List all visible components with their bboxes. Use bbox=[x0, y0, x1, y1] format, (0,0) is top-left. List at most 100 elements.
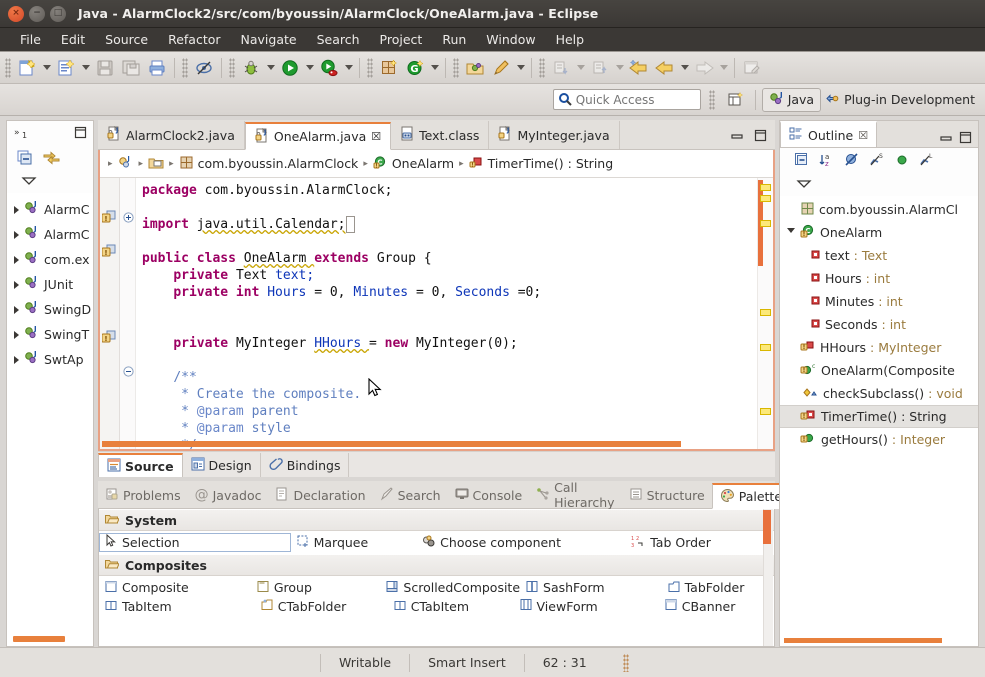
menu-source[interactable]: Source bbox=[95, 30, 158, 49]
back-history-icon[interactable] bbox=[653, 56, 677, 80]
new-editor-icon[interactable] bbox=[740, 56, 764, 80]
new-class-dropdown-arrow[interactable] bbox=[79, 57, 92, 79]
breadcrumb[interactable]: ▸ J ▸ ▸ com.byoussin.AlarmClock ▸ C ! On… bbox=[100, 150, 773, 178]
forward-icon[interactable] bbox=[692, 56, 716, 80]
palette-vertical-scrollbar[interactable] bbox=[763, 509, 773, 646]
toolbar-grip[interactable] bbox=[5, 57, 11, 78]
minimize-window-button[interactable]: − bbox=[29, 5, 45, 22]
editor-gutter[interactable]: ! ! ! bbox=[100, 178, 120, 449]
tab-outline[interactable]: Outline ☒ bbox=[780, 121, 878, 147]
next-annotation-dropdown-arrow[interactable] bbox=[574, 57, 587, 79]
view-menu-icon[interactable] bbox=[796, 178, 814, 192]
maximize-icon[interactable] bbox=[754, 129, 767, 145]
palette-item-tabfolder[interactable]: TabFolder bbox=[662, 580, 774, 596]
tree-item-swtapp[interactable]: J SwtAp bbox=[7, 347, 93, 372]
hide-static-icon[interactable]: S bbox=[869, 152, 885, 171]
save-all-icon[interactable] bbox=[119, 56, 143, 80]
breadcrumb-project[interactable]: J bbox=[118, 155, 134, 173]
quick-fix-icon[interactable] bbox=[489, 56, 513, 80]
palette-category-composites[interactable]: Composites bbox=[99, 554, 774, 576]
toolbar-grip-6[interactable] bbox=[539, 57, 545, 78]
quick-fix-dropdown-arrow[interactable] bbox=[514, 57, 527, 79]
menu-window[interactable]: Window bbox=[476, 30, 545, 49]
menu-help[interactable]: Help bbox=[546, 30, 595, 49]
code-area[interactable]: ! ! ! package com.byoussin.AlarmClock; i… bbox=[100, 178, 773, 449]
run-icon[interactable] bbox=[278, 56, 302, 80]
expand-import-icon[interactable] bbox=[123, 212, 134, 226]
collapse-all-icon[interactable] bbox=[17, 150, 33, 169]
palette-item-cbanner[interactable]: CBanner bbox=[659, 599, 774, 613]
maximize-icon[interactable] bbox=[74, 126, 87, 142]
tab-bindings[interactable]: Bindings bbox=[261, 453, 350, 477]
outline-item-text[interactable]: text : Text bbox=[780, 244, 978, 267]
new-window-builder-icon[interactable] bbox=[377, 56, 401, 80]
toolbar-grip-4[interactable] bbox=[367, 57, 373, 78]
tab-console[interactable]: Console bbox=[448, 482, 530, 508]
coverage-dropdown-arrow[interactable] bbox=[342, 57, 355, 79]
outline-item-package[interactable]: com.byoussin.AlarmCl bbox=[780, 198, 978, 221]
back-icon[interactable] bbox=[627, 56, 651, 80]
perspective-plugin-development[interactable]: Plug-in Development bbox=[821, 89, 979, 111]
editor-tab-onealarm[interactable]: J OneAlarm.java ☒ bbox=[244, 122, 392, 150]
close-window-button[interactable]: × bbox=[8, 5, 24, 22]
menu-project[interactable]: Project bbox=[370, 30, 433, 49]
tab-source[interactable]: Source bbox=[98, 453, 183, 477]
breadcrumb-method[interactable]: ! TimerTime() : String bbox=[469, 155, 613, 173]
palette-item-sashform[interactable]: SashForm bbox=[520, 580, 662, 596]
status-progress-grip[interactable] bbox=[622, 653, 629, 672]
tree-item-alarmclock[interactable]: J AlarmC bbox=[7, 197, 93, 222]
warning-marker-icon[interactable]: ! bbox=[101, 330, 117, 347]
open-perspective-icon[interactable] bbox=[724, 88, 748, 112]
close-icon[interactable]: ☒ bbox=[858, 129, 868, 142]
editor-tab-alarmclock2[interactable]: J AlarmClock2.java bbox=[98, 121, 245, 149]
view-menu-icon[interactable] bbox=[21, 175, 39, 189]
debug-icon[interactable] bbox=[239, 56, 263, 80]
chevron-right-icon[interactable] bbox=[11, 255, 21, 264]
sort-icon[interactable]: az bbox=[819, 152, 835, 171]
palette-item-selection[interactable]: Selection bbox=[99, 533, 291, 552]
outline-item-timertime[interactable]: ! TimerTime() : String bbox=[780, 405, 978, 428]
overview-ruler[interactable] bbox=[757, 178, 773, 449]
tab-call-hierarchy[interactable]: Call Hierarchy bbox=[529, 480, 621, 510]
editor-folding-column[interactable] bbox=[120, 178, 136, 449]
annotation-marker[interactable] bbox=[760, 309, 771, 316]
outline-item-minutes[interactable]: Minutes : int bbox=[780, 290, 978, 313]
menu-refactor[interactable]: Refactor bbox=[158, 30, 230, 49]
palette-category-system[interactable]: System bbox=[99, 509, 774, 531]
outline-item-checksubclass[interactable]: checkSubclass() : void bbox=[780, 382, 978, 405]
palette-item-tab-order[interactable]: 123 Tab Order bbox=[625, 535, 774, 551]
annotation-marker[interactable] bbox=[760, 220, 771, 227]
editor-tab-myinteger[interactable]: J MyInteger.java bbox=[489, 121, 620, 149]
quick-access[interactable] bbox=[552, 89, 701, 110]
perspective-java[interactable]: J Java bbox=[761, 87, 822, 112]
annotation-marker[interactable] bbox=[760, 195, 771, 202]
new-java-class-icon[interactable] bbox=[54, 56, 78, 80]
palette-scrollbar-thumb[interactable] bbox=[763, 510, 771, 544]
breadcrumb-source-folder[interactable] bbox=[148, 155, 164, 173]
outline-tree[interactable]: com.byoussin.AlarmCl C! OneAlarm text : … bbox=[780, 196, 978, 646]
palette-item-tabitem[interactable]: TabItem bbox=[99, 599, 255, 613]
collapse-all-icon[interactable] bbox=[794, 152, 810, 171]
package-explorer-horizontal-scrollbar[interactable] bbox=[13, 636, 65, 642]
breadcrumb-package[interactable]: com.byoussin.AlarmClock bbox=[179, 155, 358, 173]
menu-search[interactable]: Search bbox=[307, 30, 370, 49]
open-type-icon[interactable] bbox=[463, 56, 487, 80]
outline-item-onealarm[interactable]: C! OneAlarm bbox=[780, 221, 978, 244]
forward-dropdown-arrow[interactable] bbox=[717, 57, 730, 79]
outline-item-seconds[interactable]: Seconds : int bbox=[780, 313, 978, 336]
palette-item-ctabitem[interactable]: CTabItem bbox=[388, 599, 514, 613]
menu-run[interactable]: Run bbox=[432, 30, 476, 49]
menu-file[interactable]: File bbox=[10, 30, 51, 49]
external-tools-dropdown-arrow[interactable] bbox=[428, 57, 441, 79]
print-icon[interactable] bbox=[145, 56, 169, 80]
outline-item-constructor[interactable]: ! c OneAlarm(Composite bbox=[780, 359, 978, 382]
tab-problems[interactable]: Problems bbox=[98, 482, 188, 508]
external-tools-icon[interactable]: G bbox=[403, 56, 427, 80]
tree-item-junit[interactable]: J JUnit bbox=[7, 272, 93, 297]
back-dropdown-arrow[interactable] bbox=[678, 57, 691, 79]
debug-dropdown-arrow[interactable] bbox=[264, 57, 277, 79]
quick-access-input[interactable] bbox=[552, 89, 701, 110]
tree-item-swingd[interactable]: J SwingD bbox=[7, 297, 93, 322]
palette-item-ctabfolder[interactable]: CTabFolder bbox=[255, 599, 388, 613]
outline-horizontal-scrollbar[interactable] bbox=[784, 638, 942, 643]
